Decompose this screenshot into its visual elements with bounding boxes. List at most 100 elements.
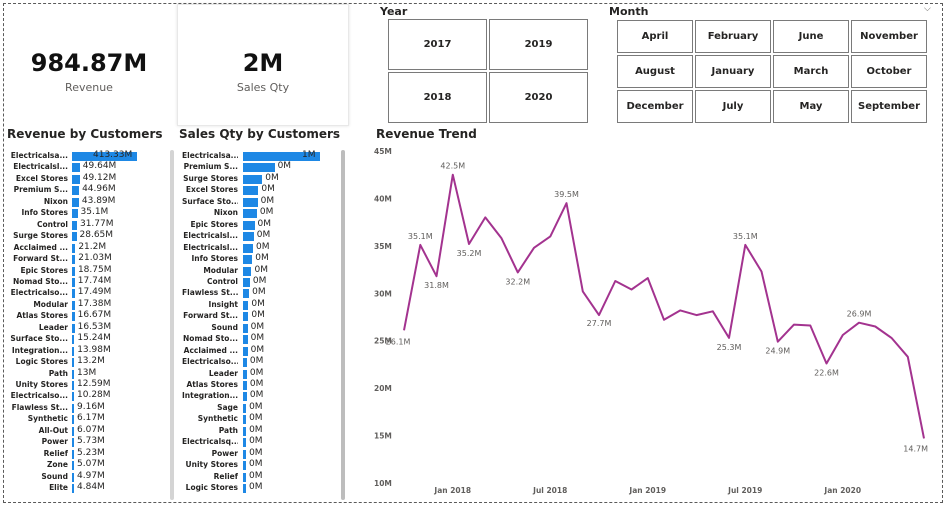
revenue-bar[interactable] [72,163,80,173]
month-option-may[interactable]: May [773,90,849,123]
revenue-row[interactable]: Synthetic 6.17M [10,413,177,425]
sales-qty-row[interactable]: Electricalso... 0M [182,356,360,368]
sales-qty-bar[interactable] [243,220,255,230]
month-option-april[interactable]: April [617,20,693,53]
sales-qty-bar[interactable] [243,163,275,173]
sales-qty-bar[interactable] [243,426,247,436]
sales-qty-row[interactable]: Nomad Sto... 0M [182,333,360,345]
sales-qty-bar[interactable] [243,449,247,459]
year-option-2020[interactable]: 2020 [489,72,588,123]
revenue-row[interactable]: Acclaimed ... 21.2M [10,242,177,254]
sales-qty-row[interactable]: Electricalsa... 1M [182,150,360,162]
month-option-august[interactable]: August [617,55,693,88]
revenue-bar[interactable] [72,392,74,402]
sales-qty-bar[interactable] [243,186,259,196]
year-option-2018[interactable]: 2018 [388,72,487,123]
revenue-bar[interactable] [72,461,74,471]
sales-qty-row[interactable]: Power 0M [182,448,360,460]
revenue-bar[interactable] [72,415,74,425]
sales-qty-row[interactable]: Atlas Stores 0M [182,379,360,391]
sales-qty-bar[interactable] [243,438,247,448]
revenue-row[interactable]: Sound 4.97M [10,471,177,483]
month-option-july[interactable]: July [695,90,771,123]
sales-qty-row[interactable]: Relief 0M [182,471,360,483]
month-option-october[interactable]: October [851,55,927,88]
sales-qty-row[interactable]: Nixon 0M [182,207,360,219]
revenue-row[interactable]: Electricalsl... 49.64M [10,161,177,173]
revenue-bar[interactable] [72,300,75,310]
revenue-row[interactable]: Unity Stores 12.59M [10,379,177,391]
revenue-row[interactable]: Control 31.77M [10,219,177,231]
sales-qty-bar[interactable] [243,415,247,425]
sales-qty-bar[interactable] [243,392,247,402]
revenue-row[interactable]: Electricalso... 10.28M [10,390,177,402]
revenue-bar[interactable] [72,323,75,333]
sales-qty-bar[interactable] [243,174,263,184]
revenue-bar[interactable] [72,369,75,379]
sales-qty-bar[interactable] [243,472,246,482]
revenue-row[interactable]: Epic Stores 18.75M [10,265,177,277]
sales-qty-row[interactable]: Insight 0M [182,299,360,311]
revenue-bar[interactable] [72,335,75,345]
revenue-bar[interactable] [72,209,78,219]
sales-qty-bar[interactable] [243,403,247,413]
sales-qty-bar[interactable] [243,209,257,219]
revenue-row[interactable]: Integration... 13.98M [10,345,177,357]
revenue-bar[interactable] [72,346,75,356]
revenue-row[interactable]: Modular 17.38M [10,299,177,311]
sales-qty-row[interactable]: Sound 0M [182,322,360,334]
sales-qty-row[interactable]: Sage 0M [182,402,360,414]
revenue-bar[interactable] [72,174,80,184]
revenue-row[interactable]: Elite 4.84M [10,482,177,494]
revenue-row[interactable]: Zone 5.07M [10,459,177,471]
sales-qty-row[interactable]: Acclaimed ... 0M [182,345,360,357]
sales-qty-row[interactable]: Excel Stores 0M [182,184,360,196]
sales-qty-bar[interactable] [243,484,246,494]
month-option-january[interactable]: January [695,55,771,88]
sales-qty-row[interactable]: Integration... 0M [182,390,360,402]
sales-qty-row[interactable]: Electricalsl... 0M [182,230,360,242]
sales-qty-row[interactable]: Synthetic 0M [182,413,360,425]
revenue-bar[interactable] [72,403,74,413]
revenue-row[interactable]: Forward St... 21.03M [10,253,177,265]
revenue-row[interactable]: Info Stores 35.1M [10,207,177,219]
year-option-2019[interactable]: 2019 [489,19,588,70]
sales-qty-bar[interactable] [243,312,249,322]
sales-qty-bar[interactable] [243,197,258,207]
month-option-june[interactable]: June [773,20,849,53]
sales-qty-row[interactable]: Surface Sto... 0M [182,196,360,208]
sales-qty-row[interactable]: Leader 0M [182,368,360,380]
revenue-bar[interactable] [72,358,75,368]
revenue-row[interactable]: Power 5.73M [10,436,177,448]
sales-qty-row[interactable]: Logic Stores 0M [182,482,360,494]
revenue-bar[interactable] [72,232,77,242]
revenue-row[interactable]: Leader 16.53M [10,322,177,334]
sales-qty-bar[interactable] [243,335,248,345]
revenue-bar[interactable] [72,438,74,448]
revenue-bar[interactable] [72,381,74,390]
revenue-bar[interactable] [72,266,75,276]
revenue-bar[interactable] [72,277,75,287]
sales-qty-kpi-card[interactable]: 2M Sales Qty [177,4,349,126]
sales-qty-bar[interactable] [243,266,252,276]
month-option-september[interactable]: September [851,90,927,123]
revenue-kpi-card[interactable]: 984.87M Revenue [5,5,173,123]
revenue-by-customers-scrollbar[interactable] [170,150,174,500]
revenue-bar[interactable] [72,186,80,196]
sales-qty-row[interactable]: Electricalsl... 0M [182,242,360,254]
revenue-trend-chart[interactable]: 10M15M20M25M30M35M40M45MJan 2018 Jul 2018… [368,142,938,502]
sales-qty-bar[interactable] [243,369,247,379]
revenue-row[interactable]: Path 13M [10,368,177,380]
revenue-row[interactable]: Nixon 43.89M [10,196,177,208]
sales-qty-row[interactable]: Epic Stores 0M [182,219,360,231]
sales-qty-row[interactable]: Premium S... 0M [182,161,360,173]
revenue-row[interactable]: Atlas Stores 16.67M [10,310,177,322]
sales-qty-row[interactable]: Unity Stores 0M [182,459,360,471]
revenue-row[interactable]: Nomad Sto... 17.74M [10,276,177,288]
sales-qty-row[interactable]: Surge Stores 0M [182,173,360,185]
revenue-row[interactable]: Excel Stores 49.12M [10,173,177,185]
revenue-row[interactable]: Relief 5.23M [10,448,177,460]
revenue-row[interactable]: All-Out 6.07M [10,425,177,437]
year-option-2017[interactable]: 2017 [388,19,487,70]
revenue-bar[interactable] [72,472,74,482]
